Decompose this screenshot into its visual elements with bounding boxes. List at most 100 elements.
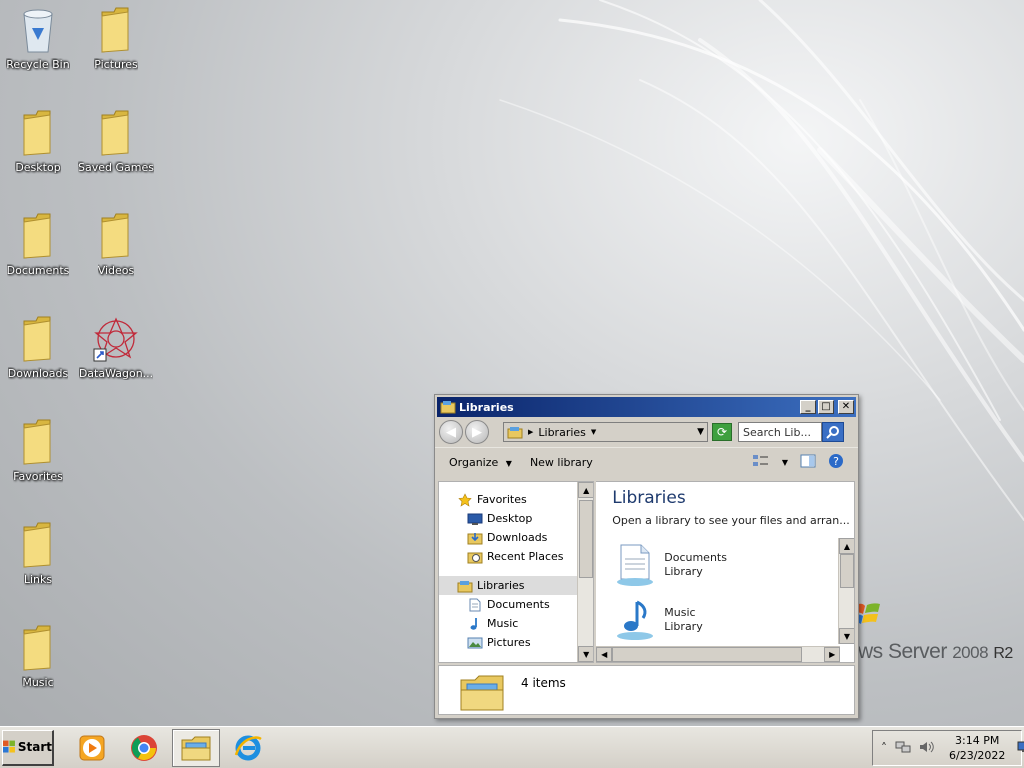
windows-server-logo: ws Server 2008 R2 xyxy=(852,603,1013,664)
show-desktop-icon[interactable] xyxy=(1017,741,1024,756)
close-button[interactable]: ✕ xyxy=(838,400,854,414)
organize-label: Organize xyxy=(449,456,499,469)
navpane-item-libraries[interactable]: Libraries xyxy=(439,576,594,595)
command-toolbar: Organize ▼ New library ▼ ? xyxy=(435,447,858,477)
clock-time: 3:14 PM xyxy=(955,734,1000,747)
library-name: Documents xyxy=(664,551,727,564)
preview-pane-icon[interactable] xyxy=(800,454,816,471)
branding-version: 2008 xyxy=(952,643,989,662)
mainpane-horizontal-scrollbar[interactable]: ◀ ▶ xyxy=(596,646,841,662)
svg-text:?: ? xyxy=(833,455,839,468)
branding-edition: R2 xyxy=(993,645,1013,662)
navpane-item-pictures[interactable]: Pictures xyxy=(439,633,593,652)
recycle-bin-icon xyxy=(14,6,62,54)
breadcrumb-chevron-icon[interactable]: ▶ xyxy=(528,428,533,436)
desktop-icon-saved-games[interactable]: Saved Games xyxy=(78,109,154,193)
item-count: 4 items xyxy=(521,676,566,690)
scroll-thumb[interactable] xyxy=(579,500,594,578)
navpane-item-label: Desktop xyxy=(487,512,533,525)
navpane-item-recent-places[interactable]: Recent Places xyxy=(439,547,593,566)
address-history-dropdown-icon[interactable]: ▼ xyxy=(697,427,704,437)
navpane-item-label: Documents xyxy=(487,598,550,611)
minimize-button[interactable]: _ xyxy=(800,400,816,414)
chrome-taskbar-button[interactable] xyxy=(120,729,168,767)
navpane-scrollbar[interactable]: ▲ ▼ xyxy=(577,482,594,662)
desktop-icon-favorites[interactable]: Favorites xyxy=(0,418,76,502)
desktop-icon-links[interactable]: Links xyxy=(0,521,76,605)
desktop-icon-label: Music xyxy=(22,676,54,689)
breadcrumb-libraries[interactable]: Libraries xyxy=(538,426,586,439)
pane-title: Libraries xyxy=(612,488,686,508)
chrome-icon xyxy=(131,734,157,761)
music-library-item[interactable]: Music Library xyxy=(612,597,703,643)
start-button[interactable]: Start xyxy=(2,729,54,766)
navpane-item-label: Libraries xyxy=(477,579,525,592)
internet-explorer-taskbar-button[interactable] xyxy=(224,729,272,767)
desktop-icon-desktop[interactable]: Desktop xyxy=(0,109,76,193)
scroll-up-arrow-icon[interactable]: ▲ xyxy=(839,538,855,554)
change-view-icon[interactable] xyxy=(752,454,770,471)
desktop-icon-downloads[interactable]: Downloads xyxy=(0,315,76,399)
help-icon[interactable]: ? xyxy=(828,453,844,472)
navpane-item-desktop[interactable]: Desktop xyxy=(439,509,593,528)
file-explorer-icon xyxy=(181,736,211,760)
scroll-down-arrow-icon[interactable]: ▼ xyxy=(578,646,594,662)
details-pane: 4 items xyxy=(438,665,855,715)
folder-icon xyxy=(14,212,62,260)
recent-places-icon xyxy=(467,550,483,564)
media-player-taskbar-button[interactable] xyxy=(68,729,116,767)
navpane-item-label: Pictures xyxy=(487,636,531,649)
desktop-icon-recycle-bin[interactable]: Recycle Bin xyxy=(0,6,76,90)
new-library-button[interactable]: New library xyxy=(530,456,593,469)
desktop-icon-documents[interactable]: Documents xyxy=(0,212,76,296)
volume-icon[interactable] xyxy=(919,740,935,757)
clock[interactable]: 3:14 PM 6/23/2022 xyxy=(949,733,1005,763)
scroll-thumb[interactable] xyxy=(840,554,854,588)
address-bar[interactable]: ▶ Libraries ▼ ▼ xyxy=(503,422,708,442)
navpane-item-favorites[interactable]: Favorites xyxy=(439,490,593,509)
library-type: Library xyxy=(664,620,703,633)
navpane-item-music[interactable]: Music xyxy=(439,614,593,633)
scroll-down-arrow-icon[interactable]: ▼ xyxy=(839,628,855,644)
window-titlebar[interactable]: Libraries _ □ ✕ xyxy=(437,397,856,417)
scroll-left-arrow-icon[interactable]: ◀ xyxy=(596,647,613,662)
organize-menu[interactable]: Organize ▼ xyxy=(449,456,512,469)
navpane-item-downloads[interactable]: Downloads xyxy=(439,528,593,547)
folder-icon xyxy=(14,418,62,466)
desktop-icon-label: Documents xyxy=(6,264,70,277)
desktop-icon-pictures[interactable]: Pictures xyxy=(78,6,154,90)
maximize-button[interactable]: □ xyxy=(818,400,834,414)
desktop-icon-music[interactable]: Music xyxy=(0,624,76,708)
datawagon-shortcut-icon xyxy=(92,315,140,363)
desktop-icon-videos[interactable]: Videos xyxy=(78,212,154,296)
mainpane-vertical-scrollbar[interactable]: ▲ ▼ xyxy=(838,538,855,644)
desktop-icon xyxy=(467,512,483,526)
scroll-up-arrow-icon[interactable]: ▲ xyxy=(578,482,594,498)
refresh-button[interactable]: ⟳ xyxy=(712,423,732,441)
desktop-icon-datawagon[interactable]: DataWagon... xyxy=(78,315,154,399)
file-explorer-taskbar-button[interactable] xyxy=(172,728,220,767)
breadcrumb-dropdown-icon[interactable]: ▼ xyxy=(591,428,596,436)
back-button[interactable]: ◀ xyxy=(439,420,463,444)
network-icon[interactable] xyxy=(895,740,911,757)
view-dropdown-icon[interactable]: ▼ xyxy=(782,458,788,467)
desktop-icon-label: DataWagon... xyxy=(78,367,154,380)
forward-button[interactable]: ▶ xyxy=(465,420,489,444)
scroll-right-arrow-icon[interactable]: ▶ xyxy=(824,647,841,662)
documents-library-icon xyxy=(612,542,658,588)
pictures-icon xyxy=(467,636,483,650)
desktop-icon-label: Desktop xyxy=(15,161,61,174)
documents-library-item[interactable]: Documents Library xyxy=(612,542,727,588)
show-hidden-icons-chevron-icon[interactable]: ˄ xyxy=(881,741,887,755)
folder-icon xyxy=(92,109,140,157)
search-button[interactable] xyxy=(822,422,844,442)
folder-icon xyxy=(92,212,140,260)
desktop-icon-label: Favorites xyxy=(13,470,63,483)
navpane-item-documents[interactable]: Documents xyxy=(439,595,593,614)
navigation-pane: Favorites Desktop Downloads Recent Places Li… xyxy=(438,481,595,663)
scroll-thumb[interactable] xyxy=(612,647,803,662)
window-title: Libraries xyxy=(459,400,514,414)
music-icon xyxy=(467,617,483,631)
search-input[interactable]: Search Lib... xyxy=(738,422,822,442)
star-icon xyxy=(457,492,473,507)
